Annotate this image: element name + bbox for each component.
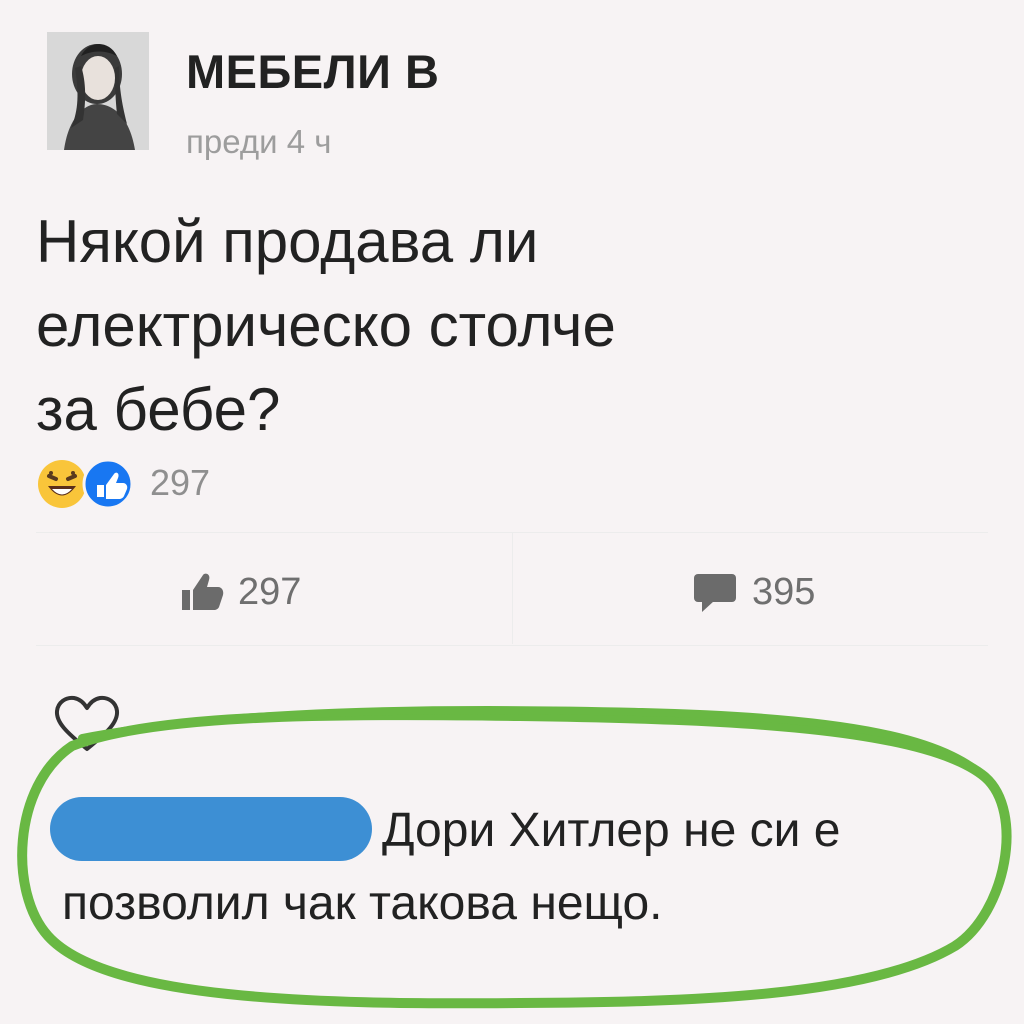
comment-highlight-circle: [17, 706, 1012, 1009]
comment-text-line-1: Дори Хитлер не си е: [382, 804, 841, 857]
redacted-commenter-name[interactable]: [50, 797, 372, 861]
comment-text-line-2: позволил чак такова нещо.: [62, 877, 663, 930]
